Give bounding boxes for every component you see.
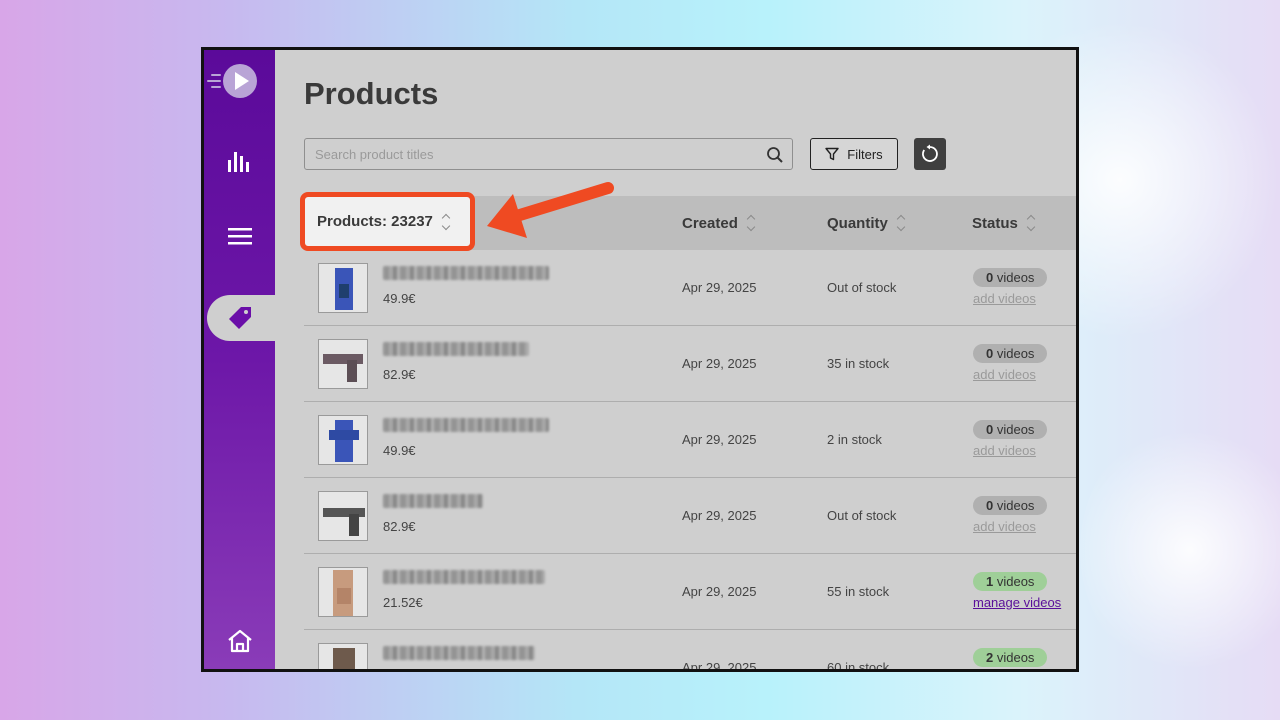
manage-videos-link[interactable]: manage videos [973, 595, 1061, 610]
product-title-blurred [383, 646, 535, 660]
quantity-value: 60 in stock [827, 660, 890, 672]
add-videos-link[interactable]: add videos [973, 367, 1036, 382]
sort-icon [746, 214, 756, 232]
background-glow [1080, 420, 1280, 680]
product-title-blurred [383, 570, 545, 584]
menu-icon[interactable] [204, 226, 275, 246]
column-header-label: Created [682, 214, 738, 232]
products-count-highlight: Products: 23237 [300, 192, 475, 251]
product-price: 49.9€ [383, 443, 416, 458]
product-thumbnail [318, 491, 368, 541]
quantity-value: 55 in stock [827, 584, 890, 599]
created-date: Apr 29, 2025 [682, 280, 757, 295]
logo-icon[interactable] [204, 64, 275, 98]
sort-icon [441, 213, 451, 230]
home-icon[interactable] [204, 628, 275, 654]
tag-icon[interactable] [204, 304, 275, 332]
videos-word: videos [993, 574, 1035, 589]
main-content: Products Filters Created [275, 50, 1076, 669]
table-row[interactable]: 82.9€ Apr 29, 2025 35 in stock 0 videos … [304, 326, 1076, 402]
videos-badge: 0 videos [973, 496, 1048, 515]
videos-badge: 0 videos [973, 268, 1048, 287]
product-thumbnail [318, 415, 368, 465]
table-row[interactable]: 49.9€ Apr 29, 2025 Out of stock 0 videos… [304, 250, 1076, 326]
product-thumbnail [318, 263, 368, 313]
videos-word: videos [993, 498, 1035, 513]
product-thumbnail [318, 567, 368, 617]
created-date: Apr 29, 2025 [682, 508, 757, 523]
product-thumbnail [318, 643, 368, 669]
sort-icon [1026, 214, 1036, 232]
refresh-icon [922, 144, 938, 162]
column-header-status[interactable]: Status [972, 196, 1036, 250]
videos-word: videos [993, 650, 1035, 665]
sort-icon [896, 214, 906, 232]
quantity-value: Out of stock [827, 280, 897, 295]
product-price: 21.52€ [383, 595, 423, 610]
videos-word: videos [993, 422, 1035, 437]
refresh-button[interactable] [914, 138, 946, 170]
table-row[interactable]: 82.9€ Apr 29, 2025 Out of stock 0 videos… [304, 478, 1076, 554]
filter-icon [825, 147, 839, 161]
page-title: Products [304, 76, 439, 111]
created-date: Apr 29, 2025 [682, 356, 757, 371]
quantity-value: 35 in stock [827, 356, 890, 371]
add-videos-link[interactable]: add videos [973, 291, 1036, 306]
products-count-label: Products: 23237 [317, 213, 433, 230]
product-price: 82.9€ [383, 519, 416, 534]
quantity-value: 2 in stock [827, 432, 882, 447]
analytics-icon[interactable] [204, 150, 275, 174]
table-row[interactable]: 21.52€ Apr 29, 2025 55 in stock 1 videos… [304, 554, 1076, 630]
filters-button[interactable]: Filters [810, 138, 898, 170]
column-header-label: Status [972, 214, 1018, 232]
column-header-label: Quantity [827, 214, 888, 232]
column-header-products[interactable]: Products: 23237 [317, 197, 451, 246]
search-input[interactable] [315, 146, 755, 162]
table-row[interactable]: 49.9€ Apr 29, 2025 2 in stock 0 videos a… [304, 402, 1076, 478]
product-price: 49.9€ [383, 291, 416, 306]
filters-label: Filters [847, 146, 883, 162]
add-videos-link[interactable]: add videos [973, 519, 1036, 534]
product-title-blurred [383, 342, 529, 356]
quantity-value: Out of stock [827, 508, 897, 523]
annotation-arrow-icon [487, 182, 614, 238]
videos-badge: 0 videos [973, 344, 1048, 363]
add-videos-link[interactable]: add videos [973, 443, 1036, 458]
column-header-quantity[interactable]: Quantity [827, 196, 906, 250]
product-price: 82.9€ [383, 367, 416, 382]
column-header-created[interactable]: Created [682, 196, 756, 250]
videos-word: videos [993, 346, 1035, 361]
product-title-blurred [383, 494, 483, 508]
videos-badge: 1 videos [973, 572, 1048, 591]
table-row[interactable]: Apr 29, 2025 60 in stock 2 videos [304, 630, 1076, 672]
search-icon[interactable] [766, 146, 784, 164]
product-thumbnail [318, 339, 368, 389]
videos-badge: 0 videos [973, 420, 1048, 439]
app-window: Products Filters Created [201, 47, 1079, 672]
product-title-blurred [383, 418, 549, 432]
created-date: Apr 29, 2025 [682, 584, 757, 599]
videos-word: videos [993, 270, 1035, 285]
sidebar [204, 50, 275, 669]
created-date: Apr 29, 2025 [682, 432, 757, 447]
search-box [304, 138, 793, 170]
created-date: Apr 29, 2025 [682, 660, 757, 672]
product-title-blurred [383, 266, 549, 280]
videos-badge: 2 videos [973, 648, 1048, 667]
